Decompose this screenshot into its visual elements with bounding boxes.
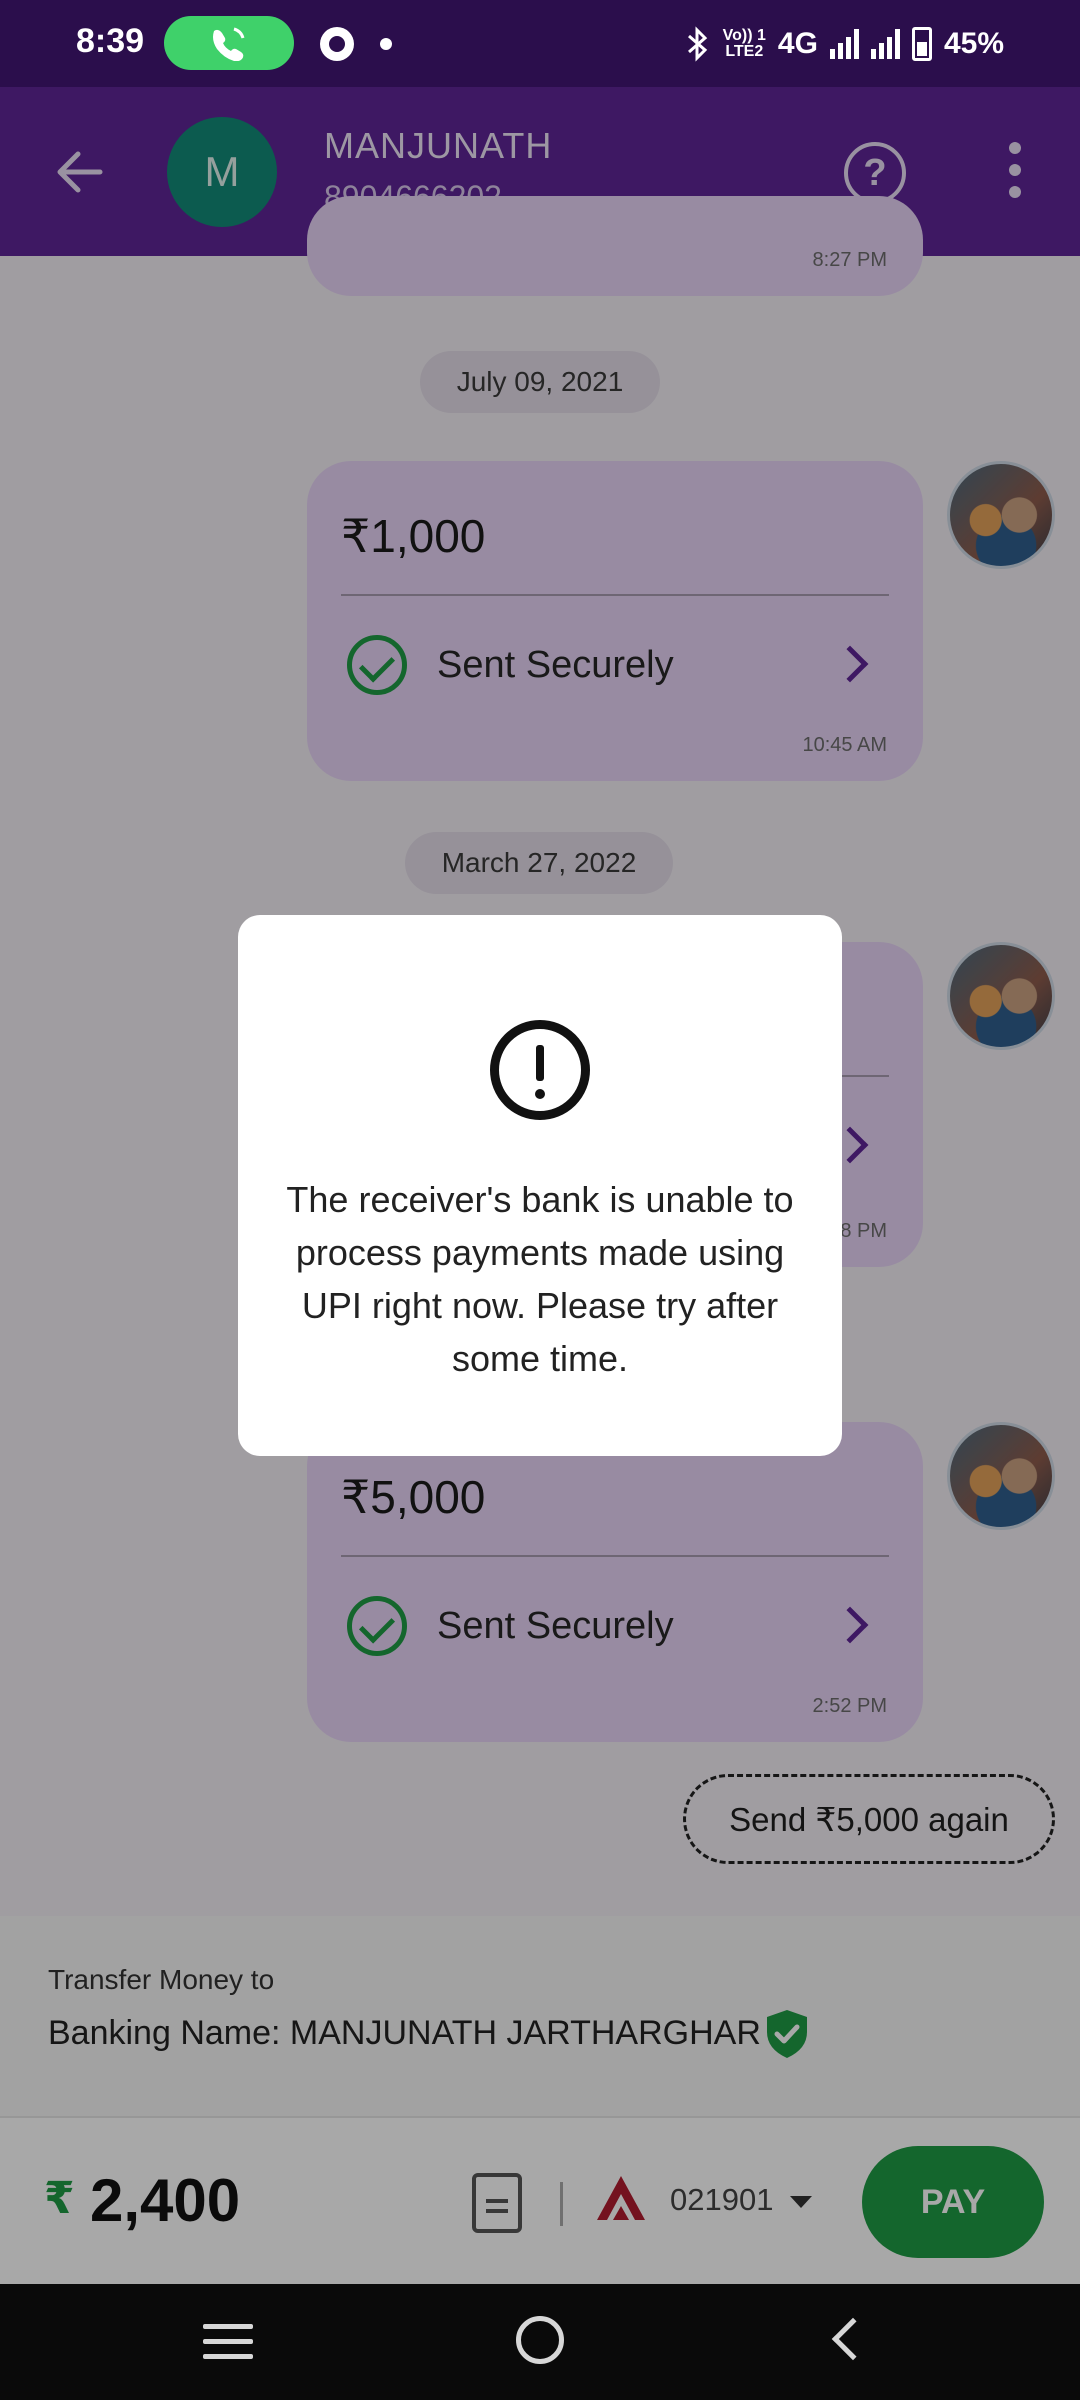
phone-call-icon — [213, 27, 245, 61]
battery-icon — [911, 27, 932, 61]
status-bar: 8:39 Vo)) 1 LTE2 4G 45% — [0, 0, 1080, 87]
status-indicators: Vo)) 1 LTE2 4G 45% — [685, 22, 1004, 66]
bluetooth-icon — [687, 26, 707, 62]
signal-strength-icon-2 — [870, 29, 900, 59]
notification-dot-icon — [380, 38, 392, 50]
status-time: 8:39 — [76, 22, 145, 60]
home-icon[interactable] — [516, 2316, 564, 2364]
volte-indicator: Vo)) 1 LTE2 — [722, 27, 766, 60]
dialog-message: The receiver's bank is unable to process… — [286, 1179, 794, 1379]
ongoing-call-pill[interactable] — [164, 16, 294, 70]
screen-record-icon — [320, 27, 354, 61]
signal-strength-icon — [829, 29, 859, 59]
error-dialog: The receiver's bank is unable to process… — [238, 915, 842, 1456]
network-type: 4G — [777, 27, 818, 60]
exclamation-alert-icon — [490, 1020, 590, 1120]
system-nav-bar — [0, 2284, 1080, 2400]
recent-apps-icon[interactable] — [203, 2324, 253, 2364]
nav-back-icon[interactable] — [831, 2317, 875, 2361]
battery-percent: 45% — [943, 27, 1004, 60]
